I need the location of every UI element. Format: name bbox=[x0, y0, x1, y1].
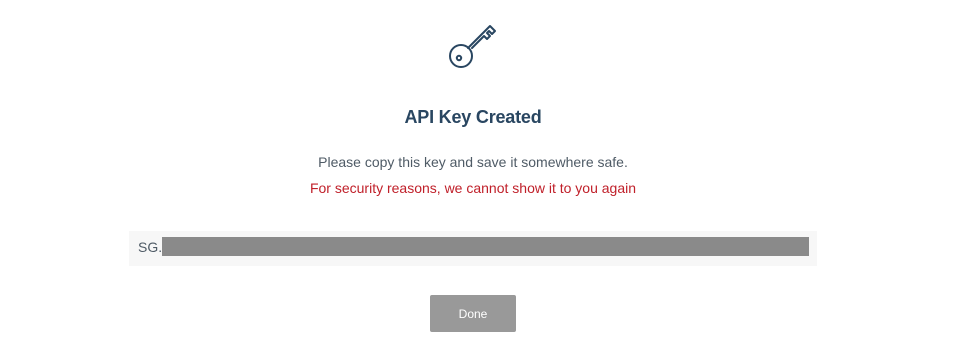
api-key-prefix: SG. bbox=[138, 239, 163, 255]
done-button[interactable]: Done bbox=[430, 295, 516, 332]
key-icon bbox=[449, 25, 496, 68]
security-warning-text: For security reasons, we cannot show it … bbox=[309, 180, 637, 196]
api-key-created-dialog: API Key Created Please copy this key and… bbox=[0, 0, 960, 358]
copy-instruction-text: Please copy this key and save it somewhe… bbox=[318, 154, 628, 170]
api-key-redacted-value bbox=[162, 237, 809, 256]
api-key-field[interactable]: SG. bbox=[129, 231, 817, 266]
dialog-title: API Key Created bbox=[404, 107, 542, 127]
